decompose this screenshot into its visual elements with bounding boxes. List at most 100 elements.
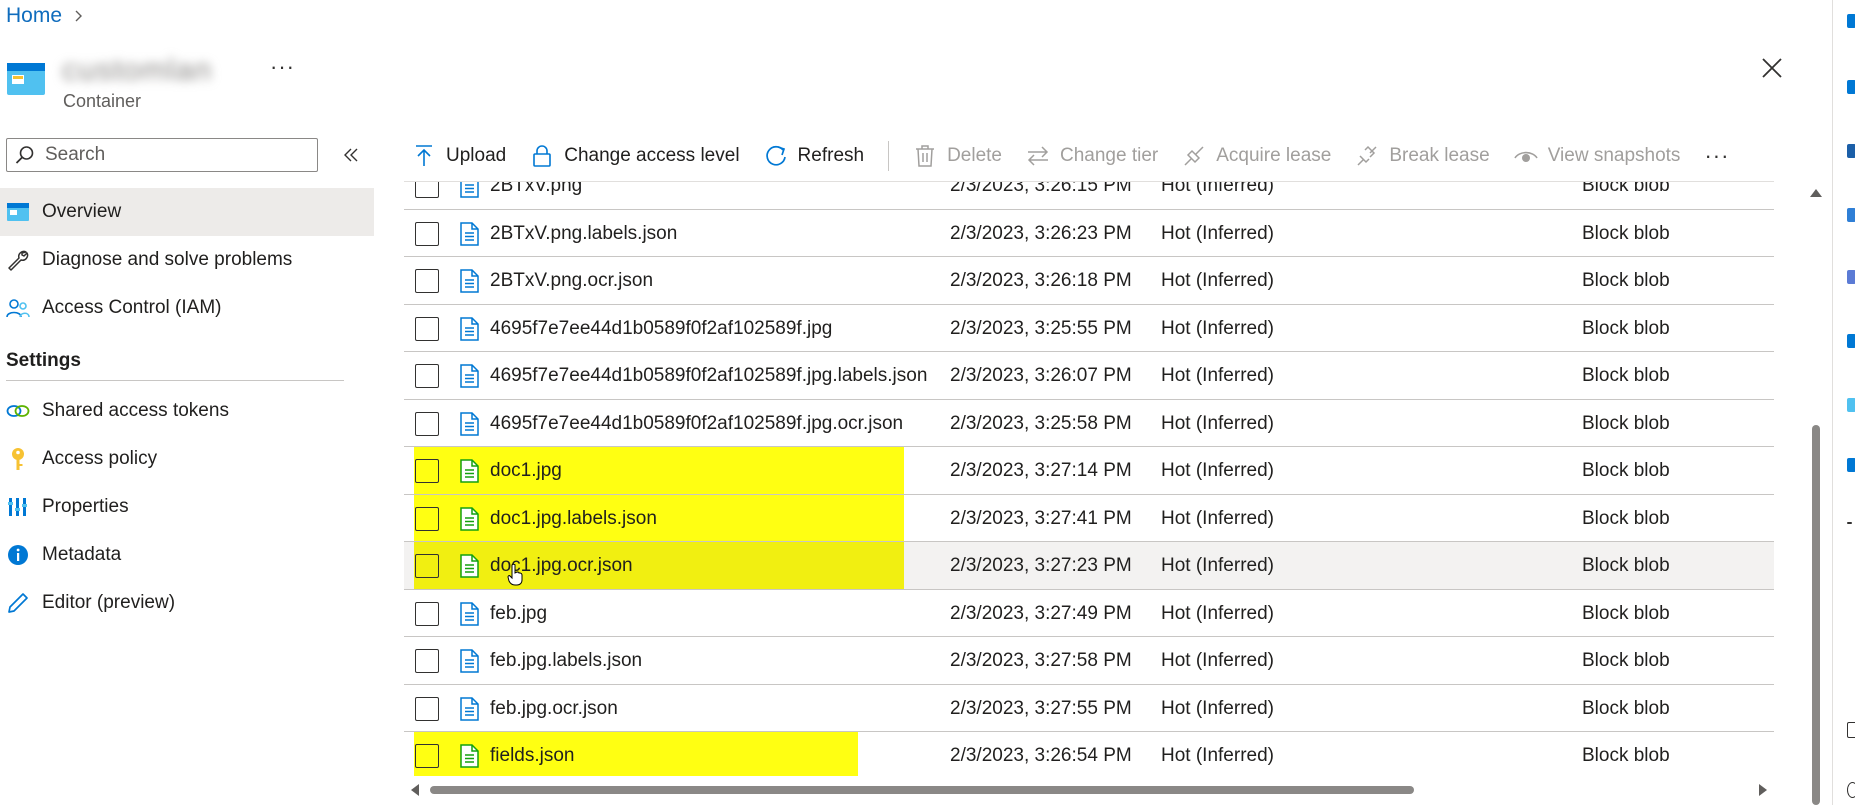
row-checkbox[interactable] [415,316,439,341]
sidebar-item-shared-access-tokens[interactable]: Shared access tokens [0,387,374,435]
table-row[interactable]: 2BTxV.png.labels.json 2/3/2023, 3:26:23 P… [404,210,1774,257]
horizontal-scroll-thumb[interactable] [430,786,1414,794]
rail-app-icon[interactable] [1847,270,1855,284]
blob-last-modified: 2/3/2023, 3:27:41 PM [950,507,1132,529]
refresh-icon [764,144,798,168]
sidebar-item-label: Editor (preview) [42,592,176,613]
rail-app-icon[interactable] [1847,334,1855,348]
rail-app-icon[interactable] [1847,208,1855,222]
row-checkbox[interactable] [415,649,439,673]
sidebar-item-metadata[interactable]: Metadata [0,531,374,579]
info-icon [6,543,30,567]
blob-name-link[interactable]: 2BTxV.png.ocr.json [490,257,653,304]
table-row[interactable]: doc1.jpg.ocr.json 2/3/2023, 3:27:23 PM Hot… [404,542,1774,590]
break-lease-button[interactable]: Break lease [1355,144,1490,168]
row-checkbox[interactable] [415,364,439,388]
chevron-right-icon [72,10,84,22]
sidebar-item-label: Metadata [42,544,122,565]
document-icon [458,696,480,721]
row-checkbox[interactable] [415,269,439,293]
table-row[interactable]: 2BTxV.png 2/3/2023, 3:26:15 PM Hot (Inferr… [404,182,1774,210]
sidebar-item-diagnose[interactable]: Diagnose and solve problems [0,236,374,284]
vertical-scrollbar[interactable] [1806,182,1826,805]
more-options-icon[interactable]: ··· [270,54,295,80]
table-row[interactable]: 4695f7e7ee44d1b0589f0f2af102589f.jpg.lab… [404,352,1774,400]
vertical-scroll-thumb[interactable] [1812,425,1820,805]
blob-name-link[interactable]: 4695f7e7ee44d1b0589f0f2af102589f.jpg.lab… [490,352,927,399]
horizontal-scrollbar[interactable] [404,780,1774,798]
blob-name-link[interactable]: doc1.jpg.labels.json [490,495,657,542]
more-commands-icon[interactable]: ··· [1704,143,1729,169]
table-row[interactable]: feb.jpg.labels.json 2/3/2023, 3:27:58 PM H… [404,637,1774,685]
breadcrumb-home-link[interactable]: Home [6,4,62,28]
view-snapshots-button[interactable]: View snapshots [1514,144,1680,168]
rail-app-icon[interactable] [1847,14,1855,28]
table-row[interactable]: 4695f7e7ee44d1b0589f0f2af102589f.jpg.ocr… [404,400,1774,447]
row-checkbox[interactable] [415,554,439,578]
blob-last-modified: 2/3/2023, 3:26:18 PM [950,270,1132,291]
row-checkbox[interactable] [415,744,439,768]
change-tier-button[interactable]: Change tier [1026,144,1158,168]
row-checkbox[interactable] [415,459,439,483]
table-row[interactable]: fields.json 2/3/2023, 3:26:54 PM Hot (Infe… [404,732,1774,776]
acquire-lease-button[interactable]: Acquire lease [1182,144,1331,168]
table-row[interactable]: doc1.jpg 2/3/2023, 3:27:14 PM Hot (Inferre… [404,447,1774,495]
row-checkbox[interactable] [415,601,439,626]
sidebar-item-properties[interactable]: Properties [0,483,374,531]
rail-app-icon[interactable] [1847,782,1855,798]
rail-app-icon[interactable] [1847,522,1852,524]
blob-type: Block blob [1582,602,1670,624]
sidebar-item-label: Shared access tokens [42,400,229,421]
row-checkbox[interactable] [415,221,439,246]
sidebar-item-label: Access policy [42,448,158,469]
sidebar-item-overview[interactable]: Overview [0,188,374,236]
document-icon [458,316,480,341]
rail-app-icon[interactable] [1847,144,1855,158]
row-checkbox[interactable] [415,182,439,198]
rail-app-icon[interactable] [1847,722,1855,738]
upload-icon [412,144,446,168]
sidebar-item-access-policy[interactable]: Access policy [0,435,374,483]
blob-name-link[interactable]: 4695f7e7ee44d1b0589f0f2af102589f.jpg.ocr… [490,400,903,447]
scroll-left-icon[interactable] [410,784,420,796]
collapse-sidebar-icon[interactable] [342,146,360,164]
blob-name-link[interactable]: 2BTxV.png.labels.json [490,210,677,257]
acquire-lease-label: Acquire lease [1216,145,1332,166]
rail-app-icon[interactable] [1847,458,1855,472]
blob-name-link[interactable]: 2BTxV.png [490,182,582,209]
row-checkbox[interactable] [415,696,439,721]
blob-last-modified: 2/3/2023, 3:27:55 PM [950,697,1132,719]
table-row[interactable]: feb.jpg 2/3/2023, 3:27:49 PM Hot (Inferred… [404,590,1774,637]
refresh-button[interactable]: Refresh [764,144,864,168]
change-access-level-button[interactable]: Change access level [530,144,740,168]
blob-last-modified: 2/3/2023, 3:26:54 PM [950,745,1132,766]
blob-last-modified: 2/3/2023, 3:26:15 PM [950,182,1132,196]
blob-name-link[interactable]: fields.json [490,732,575,776]
sidebar-item-iam[interactable]: Access Control (IAM) [0,284,374,332]
scroll-up-icon[interactable] [1810,188,1822,198]
sidebar-item-editor[interactable]: Editor (preview) [0,579,374,627]
blob-name-link[interactable]: 4695f7e7ee44d1b0589f0f2af102589f.jpg [490,305,832,352]
delete-label: Delete [947,145,1002,166]
rail-app-icon[interactable] [1847,80,1855,94]
blob-name-link[interactable]: doc1.jpg [490,447,562,494]
table-row[interactable]: 4695f7e7ee44d1b0589f0f2af102589f.jpg 2/3/… [404,305,1774,352]
table-row[interactable]: 2BTxV.png.ocr.json 2/3/2023, 3:26:18 PM Ho… [404,257,1774,305]
table-row[interactable]: doc1.jpg.labels.json 2/3/2023, 3:27:41 PM… [404,494,1774,542]
document-icon [458,744,480,768]
blob-name-link[interactable]: feb.jpg.labels.json [490,637,642,684]
row-checkbox[interactable] [415,411,439,436]
scroll-right-icon[interactable] [1758,784,1768,796]
upload-button[interactable]: Upload [412,144,506,168]
delete-button[interactable]: Delete [913,144,1002,168]
change-tier-label: Change tier [1060,145,1159,166]
table-row[interactable]: feb.jpg.ocr.json 2/3/2023, 3:27:55 PM Hot … [404,685,1774,732]
blob-last-modified: 2/3/2023, 3:27:58 PM [950,650,1132,671]
rail-app-icon[interactable] [1847,398,1855,412]
row-checkbox[interactable] [415,506,439,531]
blob-name-link[interactable]: feb.jpg [490,590,547,637]
blob-name-link[interactable]: feb.jpg.ocr.json [490,685,618,732]
document-icon [458,459,480,483]
close-icon[interactable] [1758,54,1786,82]
search-input[interactable] [43,143,297,167]
